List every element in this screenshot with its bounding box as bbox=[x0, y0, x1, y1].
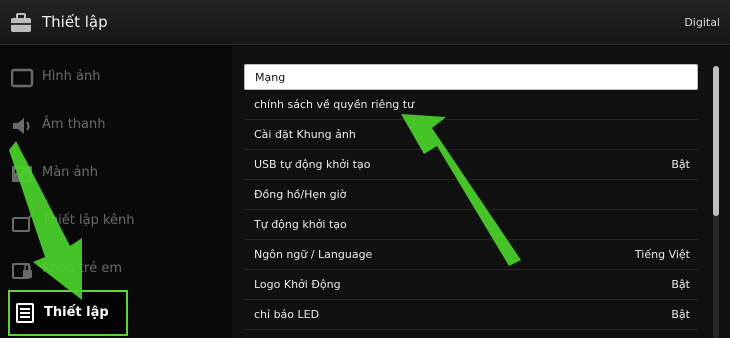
picture-icon bbox=[11, 68, 34, 88]
menu-item-clock-timer[interactable]: Đồng hồ/Hẹn giờ bbox=[244, 180, 698, 210]
menu-item-value: Tiếng Việt bbox=[634, 248, 690, 261]
input-source-label: Digital bbox=[684, 16, 720, 29]
menu-item-photo-frame[interactable]: Cài đặt Khung ảnh bbox=[244, 120, 698, 150]
page-title: Thiết lập bbox=[42, 13, 108, 31]
menu-item-label: Đồng hồ/Hẹn giờ bbox=[254, 188, 347, 201]
lock-icon bbox=[12, 263, 32, 279]
sidebar-item-sound[interactable]: Âm thanh bbox=[0, 102, 232, 150]
scrollbar[interactable] bbox=[713, 66, 719, 338]
menu-item-label: Ngôn ngữ / Language bbox=[254, 248, 373, 261]
menu-item-usb-auto-start[interactable]: USB tự động khởi tạo Bật bbox=[244, 150, 698, 180]
sidebar-item-settings[interactable]: Thiết lập bbox=[8, 290, 128, 336]
menu-item-value: Bật bbox=[671, 308, 690, 321]
menu-item-label: Cài đặt Khung ảnh bbox=[254, 128, 356, 141]
scrollbar-thumb[interactable] bbox=[713, 66, 719, 216]
menu-item-startup-logo[interactable]: Logo Khởi Động Bật bbox=[244, 270, 698, 300]
menu-item-network[interactable]: Mạng bbox=[244, 64, 698, 90]
settings-panel: Mạng chính sách về quyền riêng tư Cài đặ… bbox=[232, 46, 730, 338]
sidebar-item-parental-lock[interactable]: Khóa trẻ em bbox=[0, 246, 232, 294]
sidebar-item-label: Thiết lập bbox=[44, 305, 109, 320]
speaker-icon bbox=[13, 118, 30, 134]
sidebar: Hình ảnh Âm thanh Màn ảnh Thiết lập kênh… bbox=[0, 46, 232, 338]
sidebar-item-label: Thiết lập kênh bbox=[42, 213, 135, 228]
menu-item-led-indicator[interactable]: chỉ báo LED Bật bbox=[244, 300, 698, 330]
antenna-icon bbox=[12, 212, 34, 232]
menu-item-language[interactable]: Ngôn ngữ / Language Tiếng Việt bbox=[244, 240, 698, 270]
menu-item-label: chỉ báo LED bbox=[254, 308, 320, 321]
sidebar-item-label: Âm thanh bbox=[42, 117, 106, 132]
sidebar-item-screen[interactable]: Màn ảnh bbox=[0, 150, 232, 198]
menu-item-label: USB tự động khởi tạo bbox=[254, 158, 371, 171]
menu-item-value: Bật bbox=[671, 278, 690, 291]
menu-item-value: Bật bbox=[671, 158, 690, 171]
menu-item-label: Tự động khởi tạo bbox=[254, 218, 347, 231]
sidebar-item-label: Khóa trẻ em bbox=[42, 261, 123, 276]
menu-item-label: Mạng bbox=[255, 71, 286, 84]
screen-icon bbox=[12, 166, 32, 182]
menu-item-label: chính sách về quyền riêng tư bbox=[254, 98, 415, 111]
sidebar-item-label: Hình ảnh bbox=[42, 69, 101, 84]
menu-item-privacy-policy[interactable]: chính sách về quyền riêng tư bbox=[244, 90, 698, 120]
briefcase-icon bbox=[16, 303, 34, 323]
menu-item-label: Logo Khởi Động bbox=[254, 278, 341, 291]
sidebar-item-channel-setup[interactable]: Thiết lập kênh bbox=[0, 198, 232, 246]
briefcase-icon bbox=[11, 13, 31, 32]
menu-item-auto-start[interactable]: Tự động khởi tạo bbox=[244, 210, 698, 240]
sidebar-item-picture[interactable]: Hình ảnh bbox=[0, 54, 232, 102]
sidebar-item-label: Màn ảnh bbox=[42, 165, 98, 180]
top-bar: Thiết lập Digital bbox=[0, 0, 730, 45]
